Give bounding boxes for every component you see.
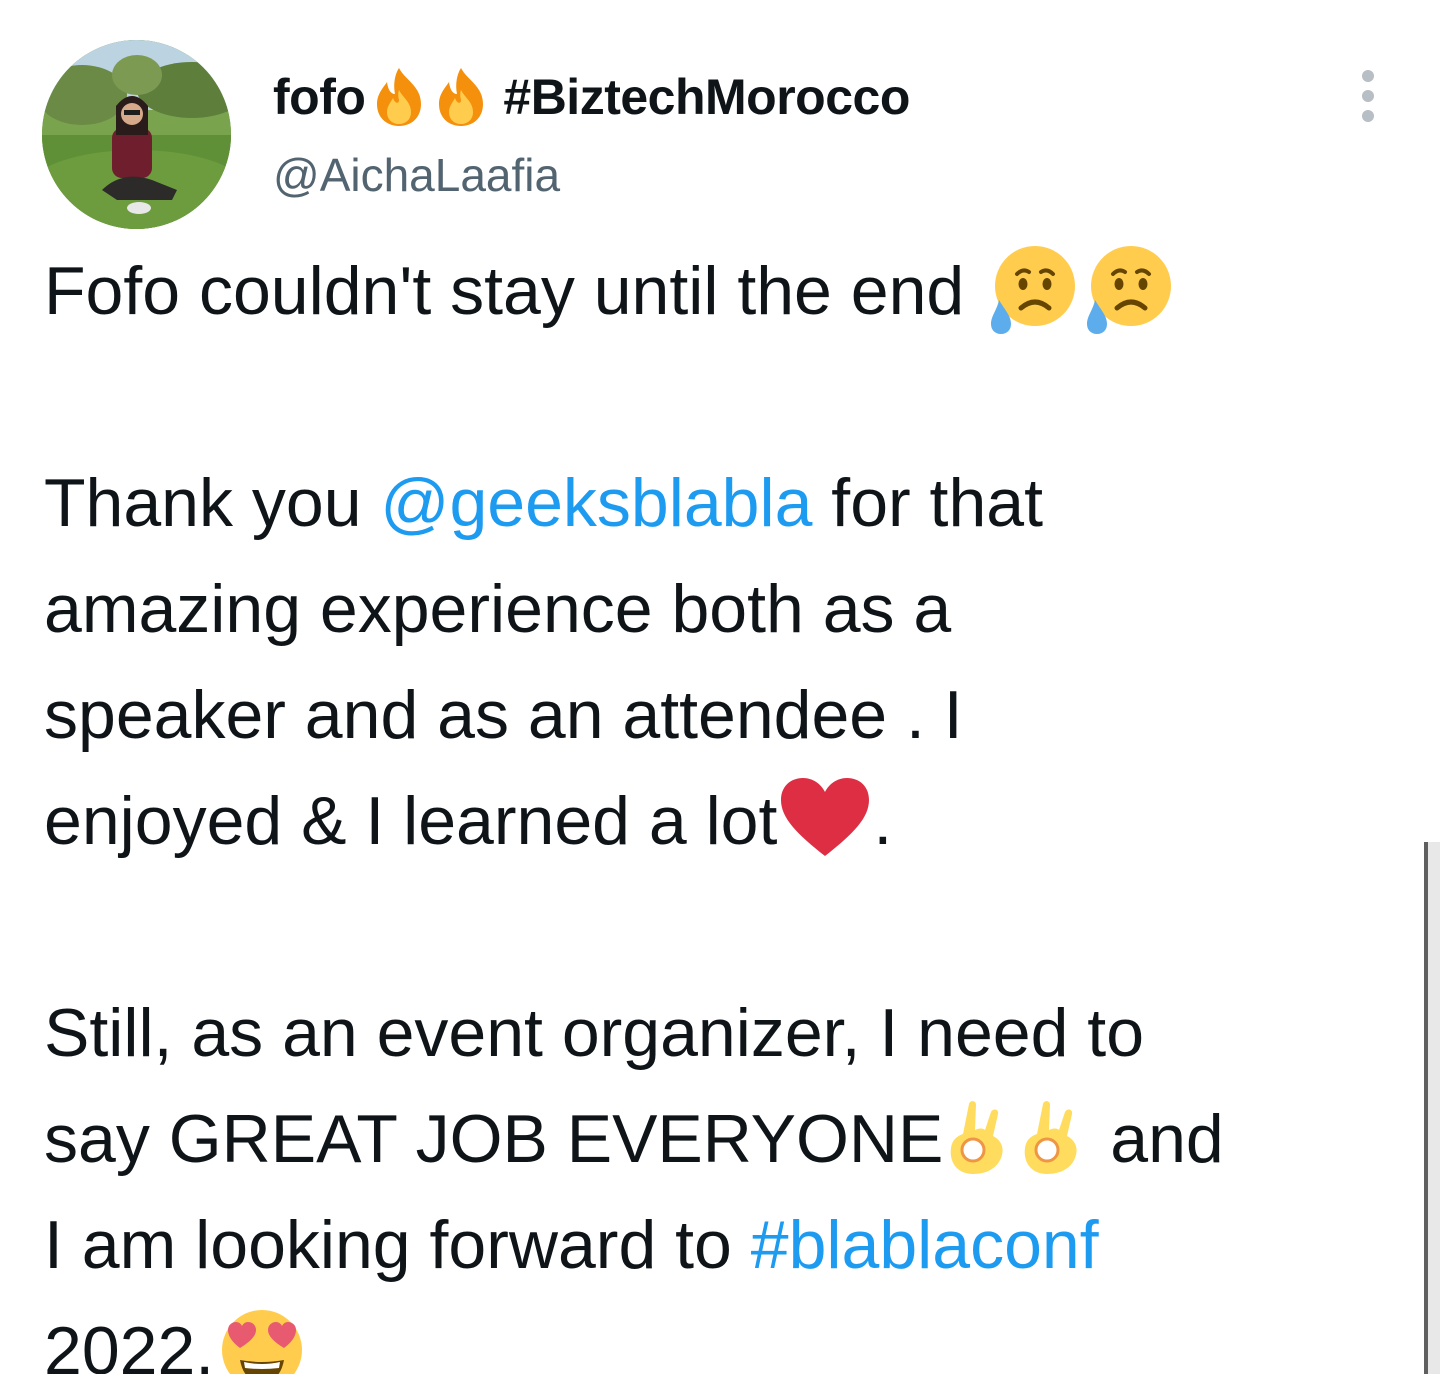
more-options-icon[interactable] <box>1350 70 1386 122</box>
sad-tear-emoji <box>1079 240 1175 336</box>
scrollbar[interactable] <box>1424 842 1440 1374</box>
red-heart-emoji <box>777 770 873 866</box>
tweet-line: say GREAT JOB EVERYONE and <box>44 1086 1414 1192</box>
fire-emoji <box>433 66 489 128</box>
mention-link[interactable]: @geeksblabla <box>380 465 812 541</box>
author-name-hashtag: #BiztechMorocco <box>503 69 910 125</box>
tweet-line: I am looking forward to #blablaconf <box>44 1207 1099 1283</box>
tweet-line: Still, as an event organizer, I need to <box>44 995 1145 1071</box>
tweet-page: fofo #BiztechMorocco @AichaLaafia Fofo c… <box>0 0 1440 1374</box>
author-name[interactable]: fofo <box>273 68 366 126</box>
hashtag-link[interactable]: #blablaconf <box>751 1207 1099 1283</box>
tweet-line: Fofo couldn't stay until the end <box>44 238 1414 344</box>
ok-hand-emoji <box>1017 1096 1091 1176</box>
author-avatar[interactable] <box>42 40 231 229</box>
heart-eyes-emoji <box>214 1300 310 1374</box>
tweet-line: amazing experience both as a <box>44 571 952 647</box>
ok-hand-emoji <box>943 1096 1017 1176</box>
tweet-text: Fofo couldn't stay until the end Thank y… <box>44 238 1414 1374</box>
tweet-line: 2022. <box>44 1298 1414 1374</box>
author-handle[interactable]: @AichaLaafia <box>273 148 560 202</box>
tweet-line: speaker and as an attendee . I <box>44 677 963 753</box>
tweet-line: enjoyed & I learned a lot . <box>44 768 1414 874</box>
sad-tear-emoji <box>983 240 1079 336</box>
fire-emoji <box>371 66 427 128</box>
author-name-row[interactable]: fofo #BiztechMorocco <box>273 62 910 132</box>
tweet-line: Thank you @geeksblabla for that <box>44 465 1043 541</box>
